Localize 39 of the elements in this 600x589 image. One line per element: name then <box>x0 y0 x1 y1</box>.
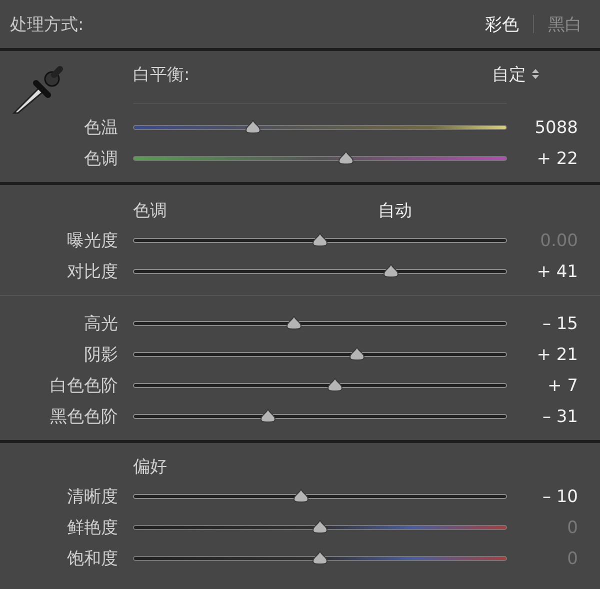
auto-button[interactable]: 自动 <box>378 198 412 222</box>
slider-thumb[interactable] <box>244 118 261 134</box>
slider-value: – 31 <box>541 406 578 426</box>
slider-thumb[interactable] <box>293 488 310 502</box>
slider-thumb[interactable] <box>312 518 328 534</box>
slider-thumb[interactable] <box>286 314 302 330</box>
slider-label: 对比度 <box>66 261 118 283</box>
slider-label: 清晰度 <box>66 486 118 508</box>
slider-thumb[interactable] <box>312 232 328 246</box>
section-label: 色调 <box>133 200 168 222</box>
preset-dropdown[interactable]: 自定 <box>492 62 540 86</box>
section-label: 偏好 <box>133 456 168 478</box>
slider-thumb[interactable] <box>312 550 328 564</box>
slider-value: – 15 <box>541 314 578 334</box>
slider-label: 饱和度 <box>66 548 118 570</box>
slider-label: 鲜艳度 <box>66 517 118 539</box>
slider-value: + 7 <box>546 376 578 396</box>
slider-label: 色调 <box>83 148 118 170</box>
eyedropper-icon[interactable] <box>10 65 66 115</box>
slider-thumb[interactable] <box>326 376 343 392</box>
slider-label: 白色色阶 <box>49 375 118 397</box>
slider-label: 色温 <box>83 117 118 139</box>
slider-label: 高光 <box>83 313 118 335</box>
up-down-arrows-icon <box>531 68 540 80</box>
slider-value: 5088 <box>534 118 578 138</box>
slider-label: 曝光度 <box>66 230 118 252</box>
treatment-label: 处理方式: <box>10 14 84 36</box>
slider-value: + 41 <box>536 262 578 282</box>
slider-thumb[interactable] <box>260 408 276 422</box>
treatment-option[interactable]: 彩色 <box>485 12 519 36</box>
slider-label: 黑色色阶 <box>49 406 118 428</box>
balance-label: 白平衡: <box>133 64 190 86</box>
slider-thumb[interactable] <box>349 346 366 360</box>
slider-value: + 22 <box>536 148 578 168</box>
slider-value: + 21 <box>536 344 578 364</box>
slider-value: – 10 <box>541 486 578 506</box>
slider-thumb[interactable] <box>383 262 400 278</box>
slider-thumb[interactable] <box>338 150 354 164</box>
slider-label: 阴影 <box>83 344 118 366</box>
